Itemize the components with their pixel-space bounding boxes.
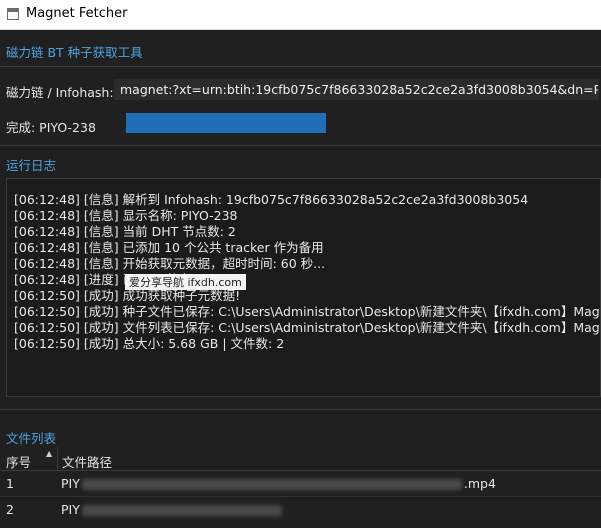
row-path-prefix: PIY <box>61 502 80 517</box>
row-path: PIY .mp4 <box>61 476 496 491</box>
status-label: 完成: PIYO-238 <box>6 120 96 135</box>
redacted-text <box>81 505 282 516</box>
window-icon <box>7 8 19 20</box>
window-title: Magnet Fetcher <box>26 6 128 21</box>
file-table-header: 序号 ▲ 文件路径 <box>0 447 601 471</box>
column-header-index[interactable]: 序号 <box>6 452 31 471</box>
sort-ascending-icon: ▲ <box>46 449 53 458</box>
progress-bar <box>126 113 326 133</box>
log-output[interactable]: [06:12:48] [信息] 解析到 Infohash: 19cfb075c7… <box>6 178 601 397</box>
window-titlebar: Magnet Fetcher <box>0 0 601 30</box>
divider <box>0 145 601 146</box>
watermark: 爱分享导航 ifxdh.com <box>125 274 246 290</box>
row-path-suffix: .mp4 <box>463 476 496 491</box>
column-separator[interactable] <box>57 447 58 471</box>
log-section-title: 运行日志 <box>6 158 57 173</box>
divider <box>0 496 601 497</box>
table-row[interactable]: 2 PIY <box>0 498 601 522</box>
row-path: PIY <box>61 502 284 517</box>
log-line: [06:12:50] [成功] 总大小: 5.68 GB | 文件数: 2 <box>14 336 285 351</box>
divider <box>0 66 601 67</box>
row-index: 2 <box>6 502 14 517</box>
app-header-title: 磁力链 BT 种子获取工具 <box>6 45 143 60</box>
row-path-prefix: PIY <box>61 476 80 491</box>
files-section-title: 文件列表 <box>6 431 57 446</box>
magnet-label: 磁力链 / Infohash: <box>6 85 114 100</box>
table-row[interactable]: 1 PIY .mp4 <box>0 472 601 496</box>
column-header-path[interactable]: 文件路径 <box>62 452 112 471</box>
row-index: 1 <box>6 476 14 491</box>
magnet-input[interactable]: magnet:?xt=urn:btih:19cfb075c7f86633028a… <box>114 79 599 100</box>
redacted-text <box>81 479 462 490</box>
progress-fill <box>126 113 326 133</box>
divider <box>0 409 601 410</box>
